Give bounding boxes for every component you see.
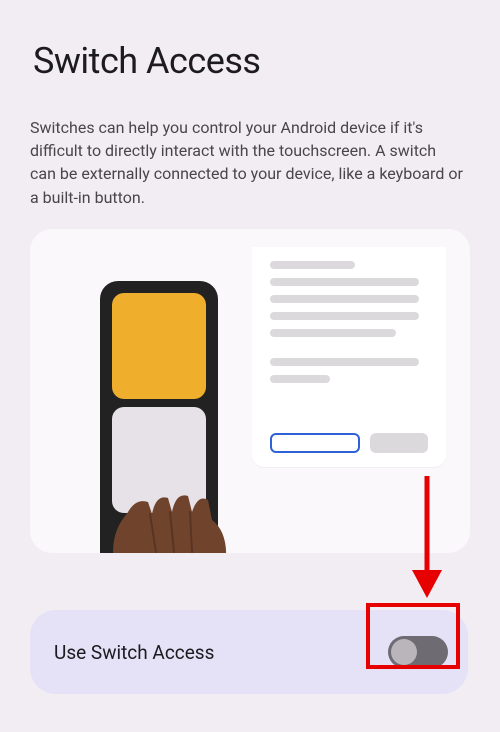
page-description: Switches can help you control your Andro… <box>30 116 470 209</box>
use-switch-access-card[interactable]: Use Switch Access <box>30 610 468 694</box>
phone-screen-top <box>112 293 206 399</box>
switch-thumb <box>391 639 417 665</box>
use-switch-access-toggle[interactable] <box>388 636 448 668</box>
doc-button-primary <box>270 433 360 453</box>
use-switch-access-label: Use Switch Access <box>54 641 214 664</box>
doc-button-secondary <box>370 433 428 453</box>
illustration <box>30 247 470 553</box>
settings-page: Switch Access Switches can help you cont… <box>0 0 500 553</box>
document-illustration <box>252 247 446 467</box>
illustration-card <box>30 229 470 553</box>
hand-illustration <box>86 442 266 553</box>
page-title: Switch Access <box>33 40 470 82</box>
